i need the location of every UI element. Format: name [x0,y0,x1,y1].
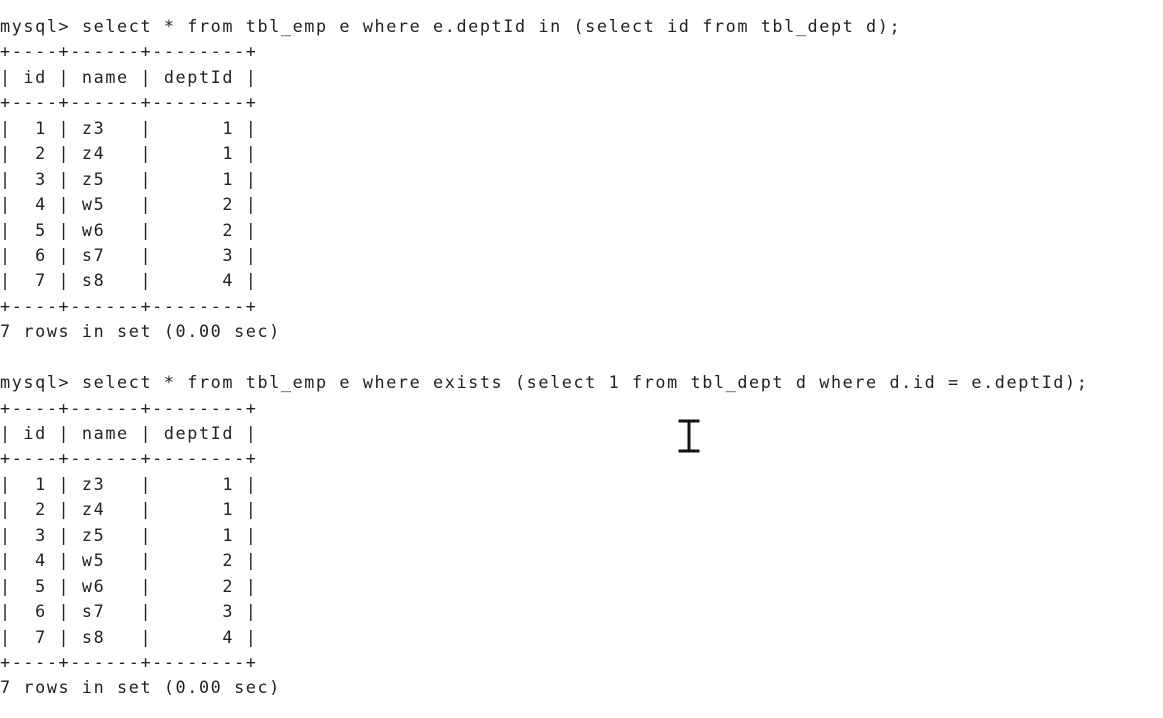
table-row: | 5 | w6 | 2 | [0,219,258,240]
mysql-prompt: mysql> [0,372,82,393]
table-row: | 2 | z4 | 1 | [0,143,258,164]
table-row: | 3 | z5 | 1 | [0,168,258,189]
table-row: | 1 | z3 | 1 | [0,117,258,138]
text-cursor-icon [676,418,702,454]
table-row: | 4 | w5 | 2 | [0,194,258,215]
table-row: | 7 | s8 | 4 | [0,270,258,291]
table-row: | 2 | z4 | 1 | [0,499,258,520]
command-line: mysql> select * from tbl_emp e where exi… [0,370,1163,395]
table-row: | 1 | z3 | 1 | [0,473,258,494]
table-border: +----+------+--------+ [0,448,258,469]
table-row: | 3 | z5 | 1 | [0,524,258,545]
table-row: | 4 | w5 | 2 | [0,550,258,571]
result-summary: 7 rows in set (0.00 sec) [0,321,281,342]
table-border: +----+------+--------+ [0,41,258,62]
terminal-output[interactable]: mysql> select * from tbl_emp e where e.d… [0,14,1163,701]
table-header-row: | id | name | deptId | [0,423,258,443]
command-line: mysql> select * from tbl_emp e where e.d… [0,14,1163,39]
table-row: | 6 | s7 | 3 | [0,244,258,265]
table-border: +----+------+--------+ [0,295,258,316]
table-row: | 6 | s7 | 3 | [0,601,258,622]
result-summary: 7 rows in set (0.00 sec) [0,677,281,698]
table-row: | 5 | w6 | 2 | [0,575,258,596]
table-border: +----+------+--------+ [0,92,258,113]
table-row: | 7 | s8 | 4 | [0,626,258,647]
mysql-prompt: mysql> [0,16,82,36]
sql-command: select * from tbl_emp e where e.deptId i… [81,16,902,36]
sql-command: select * from tbl_emp e where exists (se… [81,372,1089,393]
table-border: +----+------+--------+ [0,397,258,418]
table-header-row: | id | name | deptId | [0,66,258,87]
table-border: +----+------+--------+ [0,651,258,672]
